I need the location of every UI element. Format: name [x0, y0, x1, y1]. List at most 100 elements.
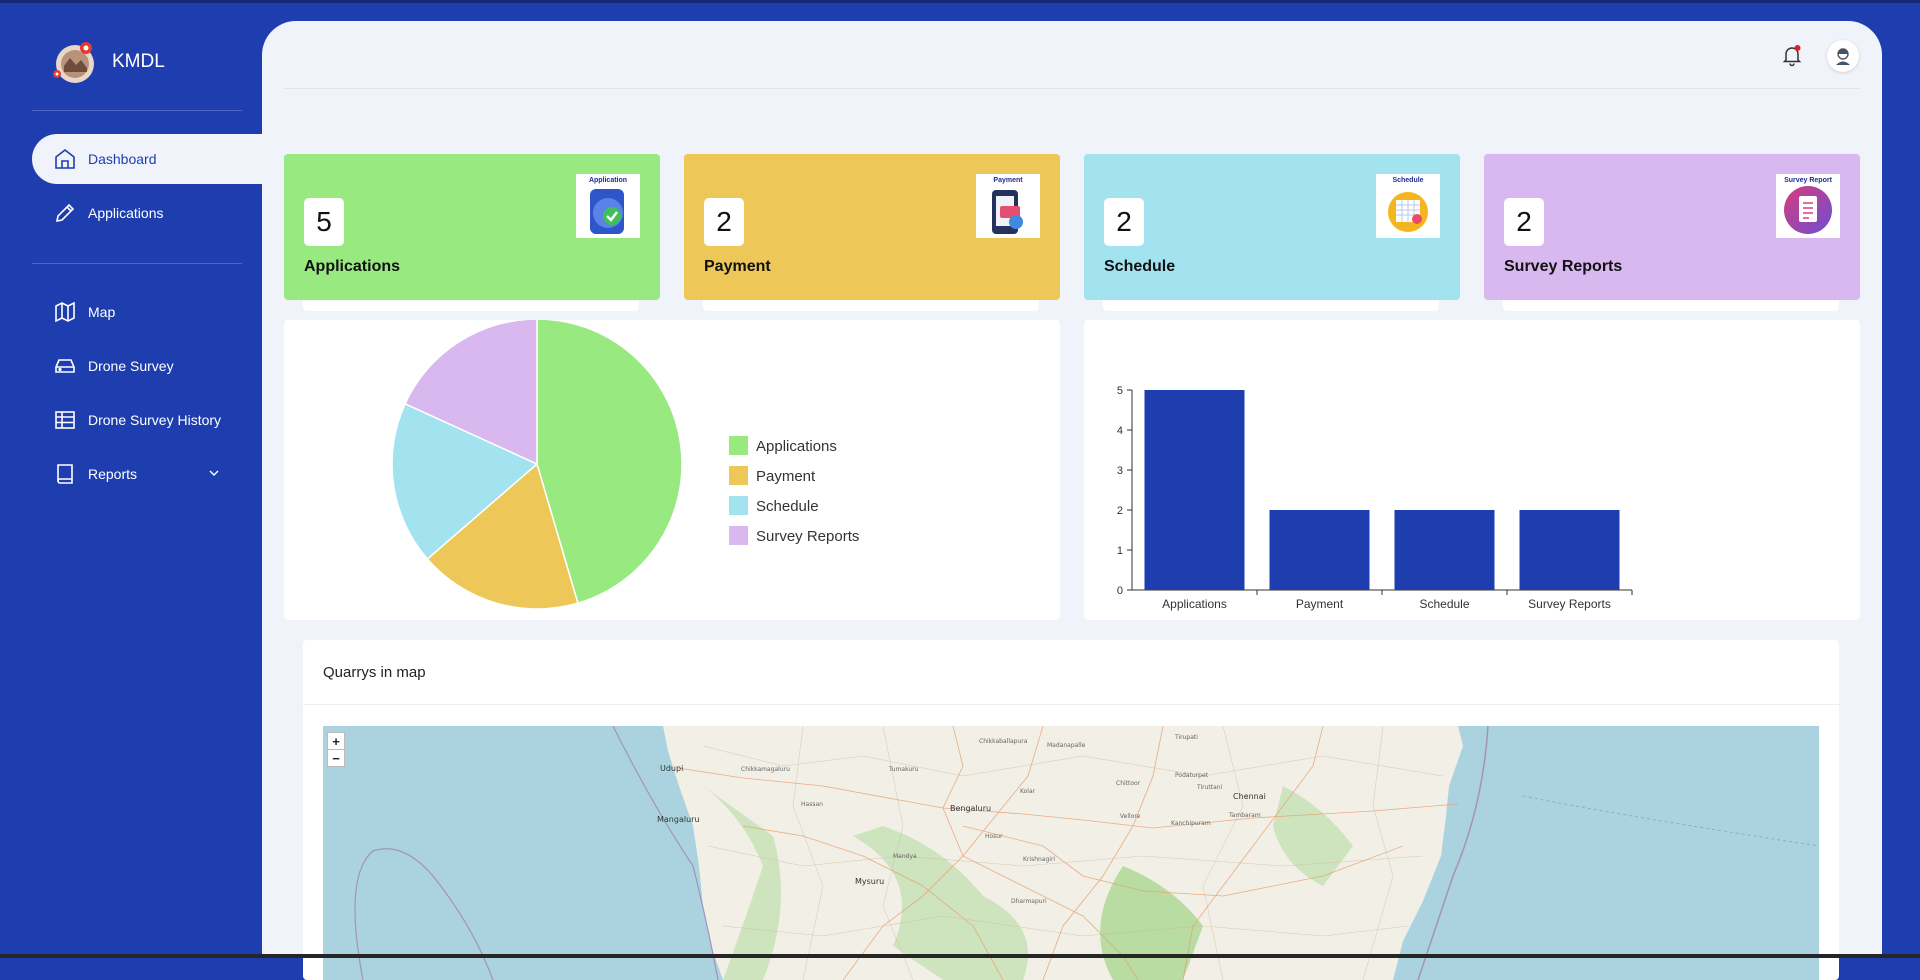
quarry-map[interactable]: + − Udupi Chikkamagaluru Tumakuru Chikka…	[323, 726, 1819, 980]
map-label-podaturpet: Podaturpet	[1175, 772, 1209, 779]
sidebar-item-label: Drone Survey	[88, 358, 174, 374]
sidebar-item-map[interactable]: Map	[32, 287, 262, 337]
map-title: Quarrys in map	[323, 664, 426, 681]
sidebar-item-label: Map	[88, 304, 116, 320]
map-label-krishnagiri: Krishnagiri	[1023, 856, 1056, 863]
sidebar: KMDL Dashboard Applications Map Drone Su…	[0, 0, 262, 958]
y-tick-label: 2	[1117, 505, 1123, 517]
card-title: Applications	[304, 258, 401, 275]
pencil-icon	[52, 200, 78, 226]
map-label-kanchipuram: Kanchipuram	[1171, 820, 1211, 827]
legend-label: Payment	[756, 468, 816, 485]
map-tiles	[354, 726, 1819, 980]
zoom-in-button[interactable]: +	[327, 732, 345, 750]
map-label-chittoor: Chittoor	[1116, 780, 1141, 787]
schedule-image-icon: Schedule	[1376, 174, 1440, 238]
x-tick-label: Schedule	[1419, 597, 1469, 611]
map-label-hassan: Hassan	[801, 801, 823, 808]
stat-card-survey-reports[interactable]: 2 Survey Reports Survey Report	[1484, 154, 1860, 300]
legend-label: Applications	[756, 438, 837, 455]
sidebar-divider	[32, 263, 242, 264]
window-bottom-border	[0, 954, 1920, 958]
window-top-border	[0, 0, 1920, 3]
map-label-vellore: Vellore	[1120, 813, 1141, 820]
map-label-mysuru: Mysuru	[855, 877, 885, 886]
y-tick-label: 0	[1117, 585, 1123, 597]
legend-label: Schedule	[756, 498, 819, 515]
map-label-dharmapuri: Dharmapuri	[1011, 898, 1047, 905]
sidebar-item-dashboard[interactable]: Dashboard	[32, 134, 262, 184]
chevron-down-icon[interactable]	[208, 466, 220, 482]
y-tick-label: 1	[1117, 545, 1123, 557]
card-count: 2	[1104, 198, 1144, 246]
card-title: Survey Reports	[1504, 258, 1623, 275]
bar-survey-reports	[1519, 510, 1620, 590]
book-icon	[52, 461, 78, 487]
legend-label: Survey Reports	[756, 528, 859, 545]
bar-payment	[1269, 510, 1370, 590]
map-card: Quarrys in map + − Udupi Chikkamagaluru …	[303, 640, 1839, 980]
home-icon	[52, 146, 78, 172]
logo-icon	[50, 38, 98, 86]
stat-card-applications[interactable]: 5 Applications Application	[284, 154, 660, 300]
zoom-out-button[interactable]: −	[327, 749, 345, 767]
stat-card-schedule[interactable]: 2 Schedule Schedule	[1084, 154, 1460, 300]
x-tick-label: Payment	[1296, 597, 1344, 611]
stat-card-payment[interactable]: 2 Payment Payment	[684, 154, 1060, 300]
brand[interactable]: KMDL	[50, 38, 165, 86]
app-name: KMDL	[112, 51, 165, 72]
map-card-divider	[303, 704, 1839, 705]
pie-chart: Applications Payment Schedule Survey Report…	[391, 318, 859, 610]
map-label-tambaram: Tambaram	[1229, 812, 1261, 819]
card-title: Payment	[704, 258, 771, 275]
map-label-hosur: Hosur	[985, 833, 1003, 840]
sidebar-divider	[32, 110, 242, 111]
drive-icon	[52, 353, 78, 379]
x-tick-label: Applications	[1162, 597, 1227, 611]
sidebar-item-label: Applications	[88, 205, 164, 221]
payment-image-icon: Payment	[976, 174, 1040, 238]
application-image-icon: Application	[576, 174, 640, 238]
pie-chart-panel: Applications Payment Schedule Survey Report…	[284, 318, 1060, 620]
card-count: 5	[304, 198, 344, 246]
table-icon	[52, 407, 78, 433]
card-title: Schedule	[1104, 258, 1176, 275]
bell-icon[interactable]	[1780, 43, 1804, 67]
sidebar-item-drone-survey-history[interactable]: Drone Survey History	[32, 395, 262, 445]
bar-chart-panel: 0 1 2 3 4 5 Applications Payment Schedule Survey …	[1084, 320, 1860, 620]
sidebar-item-label: Dashboard	[88, 151, 157, 167]
y-tick-label: 3	[1117, 465, 1123, 477]
map-label-tumakuru: Tumakuru	[889, 766, 919, 773]
bar-chart: 0 1 2 3 4 5 Applications Payment Schedule Survey …	[1117, 385, 1633, 611]
map-label-kolar: Kolar	[1020, 788, 1036, 795]
main-content: 5 Applications Application 2 Payment Pay…	[262, 21, 1882, 980]
map-label-mandya: Mandya	[893, 853, 917, 860]
sidebar-item-label: Drone Survey History	[88, 412, 222, 428]
map-label-tirupati: Tirupati	[1175, 734, 1198, 741]
x-tick-label: Survey Reports	[1528, 597, 1611, 611]
map-label-tiruttani: Tiruttani	[1197, 784, 1223, 791]
sidebar-item-applications[interactable]: Applications	[32, 188, 262, 238]
card-underlay	[1503, 300, 1839, 311]
legend-swatch	[729, 526, 748, 545]
header-divider	[284, 88, 1860, 89]
card-underlay	[303, 300, 639, 311]
user-avatar-icon[interactable]	[1827, 40, 1859, 72]
map-label-chikkamagaluru: Chikkamagaluru	[741, 766, 790, 773]
y-tick-label: 4	[1117, 425, 1123, 437]
map-label-chennai: Chennai	[1233, 792, 1266, 801]
card-count: 2	[1504, 198, 1544, 246]
sidebar-item-drone-survey[interactable]: Drone Survey	[32, 341, 262, 391]
legend-swatch	[729, 436, 748, 455]
map-label-madanapalle: Madanapalle	[1047, 742, 1086, 749]
legend-swatch	[729, 496, 748, 515]
map-label-mangaluru: Mangaluru	[657, 815, 700, 824]
map-label-chikkaballapura: Chikkaballapura	[979, 738, 1028, 745]
image-caption: Schedule	[1392, 177, 1424, 184]
card-underlay	[1103, 300, 1439, 311]
map-label-udupi: Udupi	[660, 764, 684, 773]
sidebar-item-reports[interactable]: Reports	[32, 449, 262, 499]
image-caption: Survey Report	[1784, 177, 1832, 184]
bar-applications	[1144, 390, 1245, 590]
y-tick-label: 5	[1117, 385, 1123, 397]
